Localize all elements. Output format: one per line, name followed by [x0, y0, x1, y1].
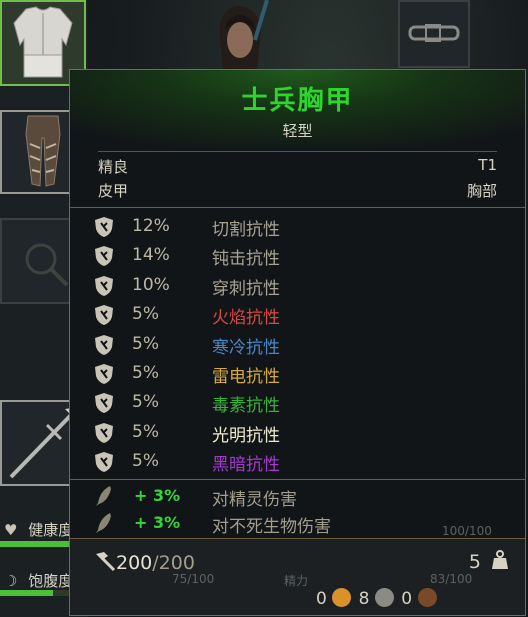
weight-icon — [492, 550, 508, 569]
resistance-row: 5% 光明抗性 — [70, 419, 525, 447]
resistance-name: 黑暗抗性 — [212, 455, 280, 476]
resistance-name: 光明抗性 — [212, 425, 280, 446]
resistance-row: 5% 毒素抗性 — [70, 389, 525, 417]
resistance-row: 5% 雷电抗性 — [70, 360, 525, 388]
shield-silhouette-icon — [25, 243, 69, 287]
dark-shield-icon — [95, 452, 113, 473]
resistance-name: 钝击抗性 — [212, 249, 280, 270]
fire-shield-icon — [95, 305, 113, 326]
item-tier: T1 — [478, 156, 497, 174]
resistance-row: 5% 黑暗抗性 — [70, 448, 525, 476]
feather-icon — [96, 513, 111, 533]
item-slot: 胸部 — [466, 182, 497, 200]
belt-icon — [408, 24, 460, 42]
chest-armor-icon — [13, 6, 73, 78]
silver-coin-icon — [374, 588, 394, 607]
poison-shield-icon — [95, 393, 113, 414]
hunger-stat: ☽ 饱腹度 — [0, 570, 73, 591]
slash-shield-icon — [95, 217, 113, 237]
durability-current: 200 — [116, 552, 153, 574]
resistance-name: 寒冷抗性 — [212, 337, 280, 358]
gold-amount: 0 — [316, 589, 327, 609]
energy-label: 精力 — [284, 574, 309, 588]
resistance-row: 5% 寒冷抗性 — [70, 331, 525, 359]
item-material: 皮甲 — [98, 182, 129, 200]
hunger-label: 饱腹度 — [28, 572, 74, 590]
copper-amount: 0 — [401, 589, 413, 609]
stomach-icon: ☽ — [4, 572, 18, 590]
light-shield-icon — [95, 422, 113, 443]
resistance-name: 毒素抗性 — [212, 396, 280, 417]
resistance-value: 5% — [132, 304, 159, 325]
hunger-bar-fill — [0, 590, 53, 596]
resistance-name: 切割抗性 — [212, 220, 280, 240]
resistance-value: 5% — [132, 421, 159, 442]
resistance-name: 火焰抗性 — [212, 308, 280, 329]
bonus-name: 对精灵伤害 — [212, 490, 297, 510]
resistance-name: 雷电抗性 — [212, 367, 280, 387]
silver-amount: 8 — [358, 589, 370, 609]
bonus-row: + 3% 对精灵伤害 — [70, 483, 525, 510]
health-label: 健康度 — [28, 521, 74, 539]
resistance-row: 5% 火焰抗性 — [70, 301, 525, 329]
item-name: 士兵胸甲 — [241, 86, 354, 116]
divider — [98, 151, 497, 152]
health-bar — [0, 541, 70, 547]
resistance-value: 5% — [132, 392, 159, 413]
equipment-slot-belt[interactable] — [398, 0, 470, 68]
resistance-row: 10% 穿刺抗性 — [70, 272, 525, 300]
character-portrait — [219, 0, 269, 70]
hammer-icon — [96, 552, 116, 572]
heart-icon: ♥ — [4, 521, 18, 539]
divider — [70, 207, 525, 208]
item-weight-class: 轻型 — [282, 122, 313, 140]
durability: 200/200 — [92, 550, 195, 574]
lightning-shield-icon — [95, 364, 113, 384]
hunger-bar — [0, 590, 70, 596]
weight-value: 5 — [468, 551, 481, 573]
health-value: 100/100 — [442, 524, 492, 538]
resistance-value: 5% — [132, 451, 159, 472]
divider — [70, 479, 525, 480]
bonus-value: + 3% — [134, 486, 181, 505]
divider — [70, 538, 525, 539]
gold-coin-icon — [332, 588, 352, 607]
leg-armor-icon — [25, 115, 61, 187]
resistance-value: 12% — [132, 216, 170, 236]
durability-max: /200 — [152, 552, 195, 574]
resistance-value: 10% — [132, 274, 170, 295]
resistance-value: 5% — [132, 363, 159, 383]
resistance-name: 穿刺抗性 — [212, 278, 280, 299]
health-bar-fill — [0, 541, 70, 547]
feather-icon — [96, 486, 111, 506]
item-weight: 5 — [469, 550, 509, 573]
item-value: 0 8 0 — [316, 588, 439, 612]
bonus-name: 对不死生物伤害 — [212, 517, 331, 537]
energy-value: 83/100 — [430, 572, 473, 586]
hunger-value: 75/100 — [172, 572, 215, 586]
resistance-row: 12% 切割抗性 — [70, 213, 525, 241]
copper-coin-icon — [417, 588, 437, 607]
pierce-shield-icon — [95, 275, 113, 296]
frost-shield-icon — [95, 334, 113, 355]
resistance-value: 14% — [132, 245, 170, 266]
resistance-row: 14% 钝击抗性 — [70, 242, 525, 270]
blunt-shield-icon — [95, 246, 113, 267]
health-stat: ♥ 健康度 — [0, 519, 73, 540]
bonus-value: + 3% — [134, 513, 181, 532]
resistance-value: 5% — [132, 333, 159, 354]
item-quality: 精良 — [98, 158, 129, 176]
